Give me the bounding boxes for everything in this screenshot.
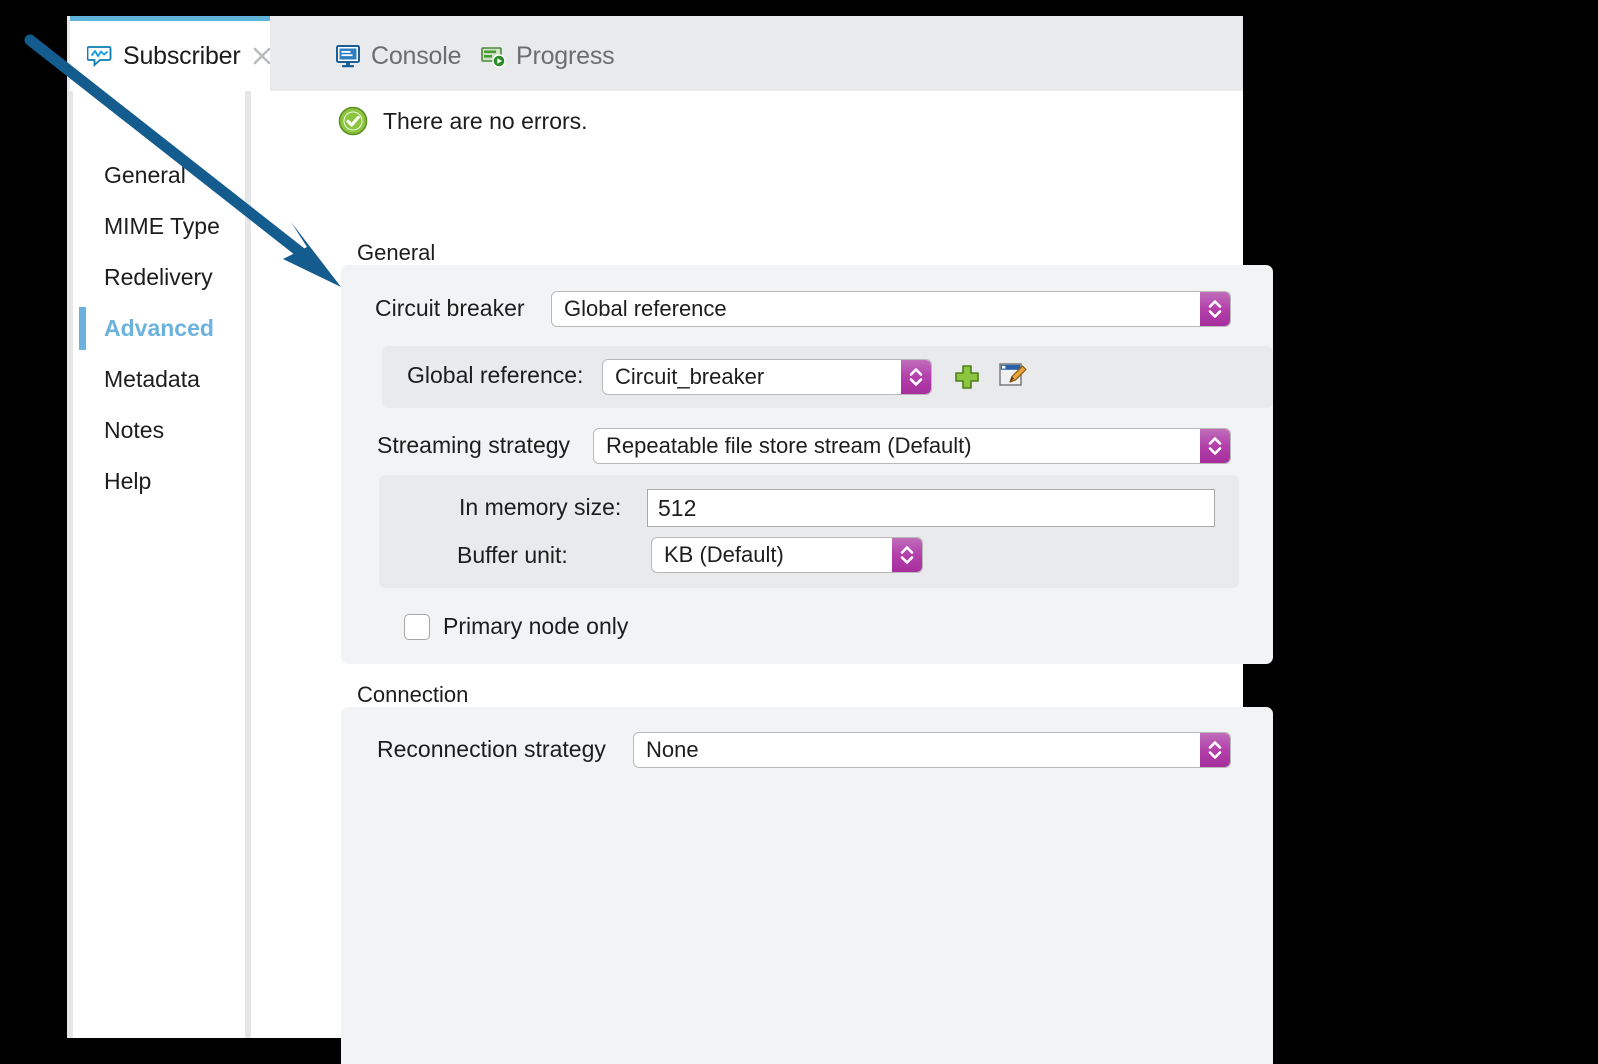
connection-settings-panel: Reconnection strategy None	[341, 707, 1273, 1064]
chevron-updown-icon[interactable]	[1200, 733, 1230, 767]
sidebar-item-label: Advanced	[104, 315, 214, 342]
reconnection-strategy-value: None	[634, 737, 1200, 763]
circuit-breaker-select[interactable]: Global reference	[551, 291, 1231, 327]
tab-strip: Subscriber	[67, 16, 1243, 91]
global-reference-subpanel: Global reference: Circuit_breaker	[382, 346, 1273, 408]
chevron-updown-icon[interactable]	[901, 360, 931, 394]
sidebar-item-label: General	[104, 162, 186, 189]
in-memory-size-input[interactable]: 512	[647, 489, 1215, 527]
status-text: There are no errors.	[383, 108, 588, 135]
chevron-updown-icon[interactable]	[1200, 429, 1230, 463]
sidebar-item-mime-type[interactable]: MIME Type	[73, 201, 245, 252]
circuit-breaker-label: Circuit breaker	[375, 295, 525, 322]
chevron-updown-icon[interactable]	[1200, 292, 1230, 326]
in-memory-size-label: In memory size:	[459, 494, 621, 521]
subscriber-bubble-icon	[87, 43, 113, 69]
circuit-breaker-value: Global reference	[552, 296, 1200, 322]
sidebar-item-metadata[interactable]: Metadata	[73, 354, 245, 405]
sidebar-item-label: Metadata	[104, 366, 200, 393]
tab-progress-label: Progress	[516, 42, 614, 71]
chevron-updown-icon[interactable]	[892, 538, 922, 572]
in-memory-size-value: 512	[648, 495, 696, 522]
primary-node-only-label: Primary node only	[443, 613, 628, 640]
console-monitor-icon	[335, 43, 361, 69]
tab-subscriber[interactable]: Subscriber	[70, 16, 270, 91]
tab-console[interactable]: Console	[335, 16, 461, 91]
streaming-options-subpanel: In memory size: 512 Buffer unit: KB (Def…	[379, 475, 1239, 588]
sidebar-item-redelivery[interactable]: Redelivery	[73, 252, 245, 303]
add-plus-icon[interactable]	[952, 362, 982, 392]
tab-progress[interactable]: Progress	[480, 16, 614, 91]
buffer-unit-select[interactable]: KB (Default)	[651, 537, 923, 573]
window-body: General MIME Type Redelivery Advanced Me…	[67, 91, 1243, 1038]
primary-node-only-checkbox[interactable]	[404, 614, 430, 640]
status-message: There are no errors.	[338, 106, 588, 136]
sidebar-item-help[interactable]: Help	[73, 456, 245, 507]
general-group-title: General	[357, 240, 435, 266]
global-reference-value: Circuit_breaker	[603, 364, 901, 390]
buffer-unit-value: KB (Default)	[652, 542, 892, 568]
reconnection-strategy-select[interactable]: None	[633, 732, 1231, 768]
sidebar-item-advanced[interactable]: Advanced	[73, 303, 245, 354]
progress-bars-icon	[480, 43, 506, 69]
success-check-icon	[338, 106, 368, 136]
sidebar-item-label: MIME Type	[104, 213, 220, 240]
screenshot-root: Subscriber	[0, 0, 1598, 1064]
global-reference-label: Global reference:	[407, 362, 583, 389]
streaming-strategy-label: Streaming strategy	[377, 432, 570, 459]
sidebar-item-notes[interactable]: Notes	[73, 405, 245, 456]
sidebar-item-general[interactable]: General	[73, 150, 245, 201]
close-icon[interactable]	[251, 45, 273, 67]
edit-pencil-icon[interactable]	[997, 360, 1027, 390]
sidebar-item-label: Help	[104, 468, 151, 495]
settings-main-panel: There are no errors. General Circuit bre…	[257, 91, 1243, 1038]
settings-sidebar: General MIME Type Redelivery Advanced Me…	[67, 91, 251, 1038]
editor-window: Subscriber	[67, 16, 1243, 1038]
reconnection-strategy-label: Reconnection strategy	[377, 736, 606, 763]
primary-node-only-row[interactable]: Primary node only	[404, 613, 628, 640]
connection-group-title: Connection	[357, 682, 468, 708]
buffer-unit-label: Buffer unit:	[457, 542, 568, 569]
streaming-strategy-value: Repeatable file store stream (Default)	[594, 433, 1200, 459]
tab-subscriber-label: Subscriber	[123, 42, 241, 71]
general-settings-panel: Circuit breaker Global reference Global …	[341, 265, 1273, 664]
sidebar-item-label: Redelivery	[104, 264, 213, 291]
tab-console-label: Console	[371, 42, 461, 71]
sidebar-item-label: Notes	[104, 417, 164, 444]
global-reference-select[interactable]: Circuit_breaker	[602, 359, 932, 395]
streaming-strategy-select[interactable]: Repeatable file store stream (Default)	[593, 428, 1231, 464]
